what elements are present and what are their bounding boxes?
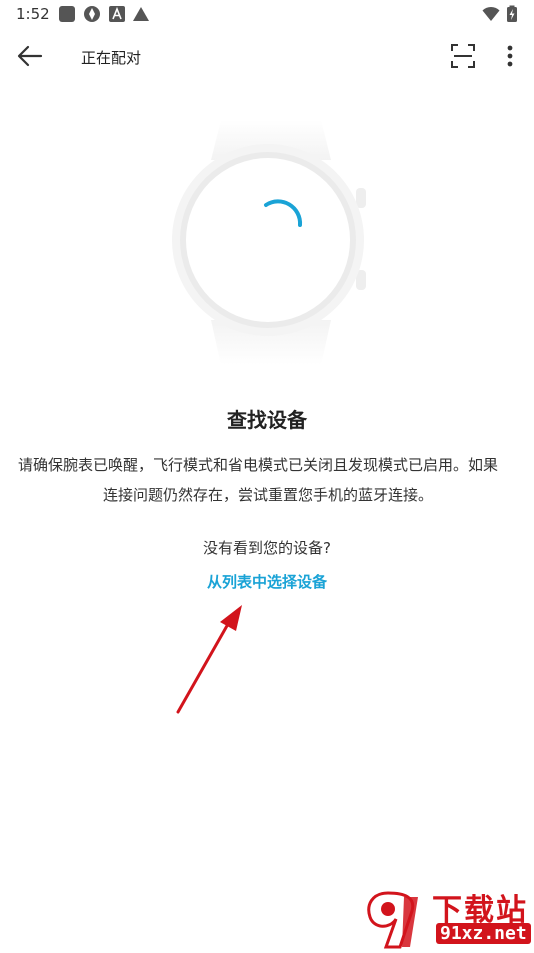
scan-button[interactable] <box>447 42 479 74</box>
watermark-bottom-text: 91xz.net <box>436 923 531 944</box>
more-vertical-icon <box>507 45 513 71</box>
wifi-icon <box>482 5 500 23</box>
scan-frame-icon <box>450 43 476 73</box>
more-options-button[interactable] <box>494 42 526 74</box>
select-from-list-link[interactable]: 从列表中选择设备 <box>207 573 327 591</box>
back-button[interactable] <box>14 42 46 74</box>
font-a-icon <box>108 5 126 23</box>
select-from-list-container: 从列表中选择设备 <box>0 571 534 592</box>
status-time: 1:52 <box>16 5 50 23</box>
status-bar: 1:52 <box>0 0 534 30</box>
watermark-logo-icon <box>360 889 424 949</box>
triangle-icon <box>132 5 150 23</box>
app-bar: 正在配对 <box>0 30 534 86</box>
annotation-arrow-icon <box>170 600 250 720</box>
page-title: 正在配对 <box>81 49 142 67</box>
battery-charging-icon <box>506 5 518 23</box>
loading-spinner-icon <box>244 180 324 260</box>
watermark: 下载站 91xz.net <box>360 885 534 950</box>
find-device-title: 查找设备 <box>227 408 307 432</box>
square-app-icon <box>58 5 76 23</box>
instructions-line-2: 连接问题仍然存在，尝试重置您手机的蓝牙连接。 <box>102 486 433 504</box>
device-not-found-text: 没有看到您的设备? <box>203 539 331 557</box>
instructions-text: 请确保腕表已唤醒，飞行模式和省电模式已关闭且发现模式已启用。如果 连接问题仍然存… <box>18 450 518 510</box>
aperture-icon <box>83 5 101 23</box>
instructions-line-1: 请确保腕表已唤醒，飞行模式和省电模式已关闭且发现模式已启用。如果 <box>18 456 499 474</box>
watch-illustration <box>166 120 376 365</box>
arrow-left-icon <box>17 45 43 71</box>
